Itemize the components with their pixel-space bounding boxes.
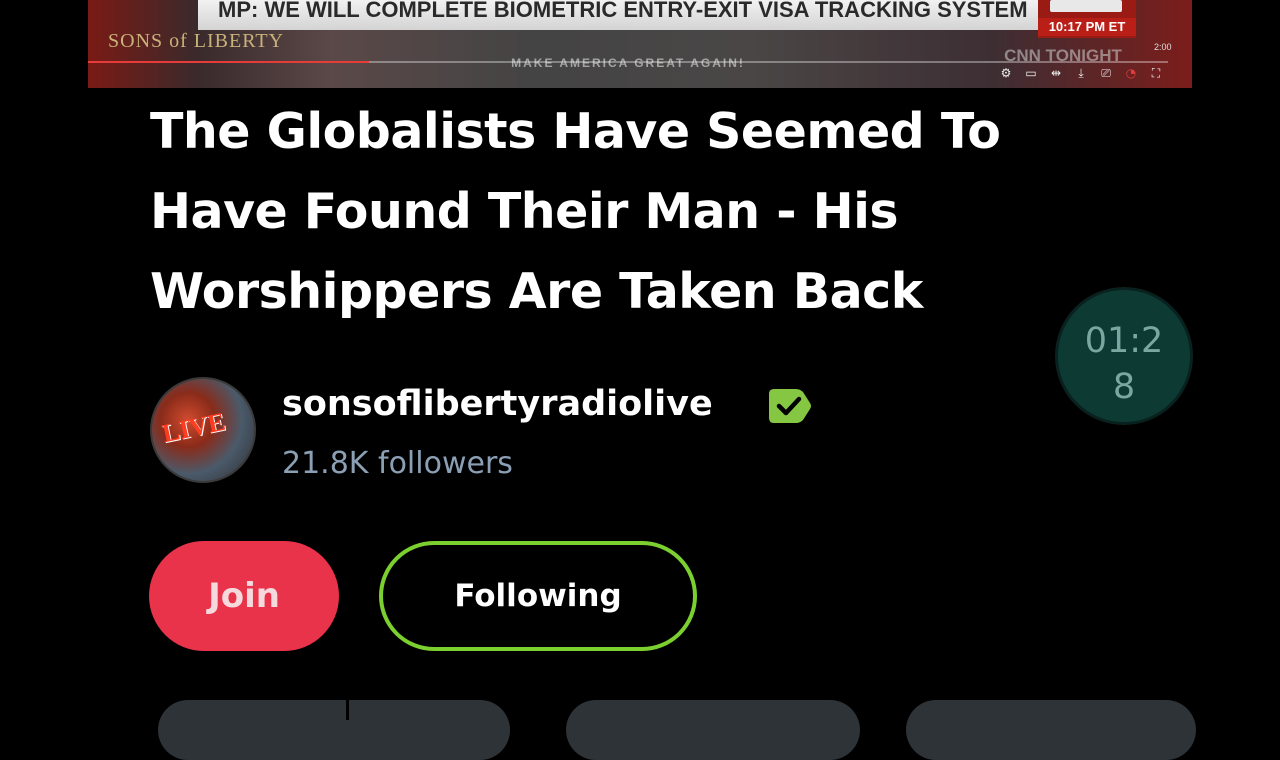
following-button[interactable]: Following [379,541,697,651]
podium-sign: MAKE AMERICA GREAT AGAIN! [511,56,745,70]
miniplayer-icon[interactable]: ▭ [1023,66,1039,81]
video-title: The Globalists Have Seemed To Have Found… [150,103,1001,320]
video-controls: ⚙ ▭ ⇹ ⤓ ⎚ ◔ ⛶ [998,66,1164,81]
pill-divider [346,700,349,720]
video-player[interactable]: MP: WE WILL COMPLETE BIOMETRIC ENTRY-EXI… [88,0,1192,88]
fullscreen-icon[interactable]: ⛶ [1148,66,1164,81]
channel-watermark: SONS of LIBERTY [108,30,285,52]
follower-count: 21.8K followers [282,446,513,481]
speed-icon[interactable]: ⇹ [1048,66,1064,81]
show-name: CNN TONIGHT [1004,46,1122,65]
video-progress-fill [88,61,369,63]
comment-pill[interactable] [566,700,860,760]
video-duration: 2:00 [1154,42,1172,52]
network-logo [1050,0,1122,12]
download-icon[interactable]: ⤓ [1073,66,1089,81]
broadcast-timestamp: 10:17 PM ET [1038,18,1136,36]
channel-name[interactable]: sonsoflibertyradiolive [282,380,713,428]
verified-badge-icon [769,389,811,423]
record-icon[interactable]: ◔ [1123,66,1139,81]
timer-text: 01:28 [1084,321,1164,407]
avatar-live-text: LIVE [159,406,228,449]
news-banner: MP: WE WILL COMPLETE BIOMETRIC ENTRY-EXI… [198,0,1123,30]
avatar[interactable]: LIVE [150,377,256,483]
cast-icon[interactable]: ⎚ [1098,66,1114,81]
video-progress-bar[interactable] [88,61,1168,63]
gear-icon[interactable]: ⚙ [998,66,1014,81]
like-dislike-pill[interactable] [158,700,510,760]
share-pill[interactable] [906,700,1196,760]
join-button[interactable]: Join [149,541,339,651]
